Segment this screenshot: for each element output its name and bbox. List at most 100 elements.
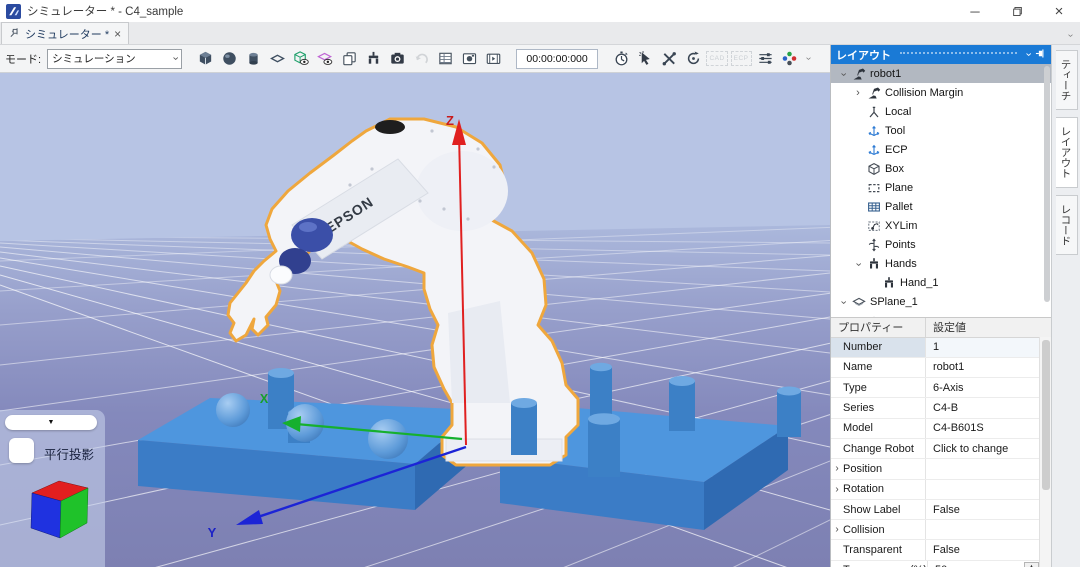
property-value[interactable]: 6-Axis — [925, 378, 1051, 397]
mode-select[interactable]: シミュレーション › — [47, 49, 182, 69]
tree-item-collision-margin[interactable]: ›Collision Margin — [831, 83, 1051, 102]
cad-to-point-icon[interactable]: CAD — [706, 48, 728, 70]
property-row-show-label[interactable]: Show LabelFalse — [831, 500, 1051, 520]
property-value[interactable]: False — [925, 500, 1051, 519]
tabbar-overflow-chevron[interactable]: › — [1065, 34, 1076, 37]
panel-drag-grip[interactable] — [900, 52, 1017, 57]
box-visibility-icon[interactable] — [290, 48, 312, 70]
properties-scrollbar[interactable] — [1039, 337, 1051, 567]
properties-scrollbar-thumb[interactable] — [1042, 340, 1050, 490]
rotate-view-icon[interactable] — [682, 48, 704, 70]
expand-chevron[interactable]: › — [852, 258, 864, 270]
tree-item-splane-1[interactable]: ›SPlane_1 — [831, 292, 1051, 311]
mode-label: モード: — [5, 51, 41, 67]
cube-icon[interactable] — [194, 48, 216, 70]
tree-item-hands[interactable]: ›Hands — [831, 254, 1051, 273]
camera-icon[interactable] — [386, 48, 408, 70]
property-row-model[interactable]: ModelC4-B601S — [831, 419, 1051, 439]
property-value[interactable] — [925, 459, 1051, 478]
property-value[interactable]: C4-B — [925, 398, 1051, 417]
tree-item-hand-1[interactable]: Hand_1 — [831, 273, 1051, 292]
property-value[interactable]: 50▲▼ — [927, 561, 1051, 567]
robot-icon — [852, 67, 867, 81]
tree-item-points[interactable]: Points — [831, 235, 1051, 254]
value-spinner[interactable]: ▲▼ — [1024, 562, 1039, 567]
tree-item-plane[interactable]: Plane — [831, 178, 1051, 197]
plane-visibility-icon[interactable] — [314, 48, 336, 70]
minimize-button[interactable]: ─ — [954, 0, 996, 22]
property-row-number[interactable]: Number1 — [831, 338, 1051, 358]
close-button[interactable]: × — [1038, 0, 1080, 22]
cylinder-icon[interactable] — [242, 48, 264, 70]
cad-to-point-icon-label: CAD — [706, 51, 727, 66]
side-tab-0[interactable]: ティーチ — [1056, 50, 1078, 110]
robot-base-front — [446, 439, 562, 461]
hand-icon[interactable] — [362, 48, 384, 70]
tab-close-icon[interactable]: × — [114, 28, 121, 40]
property-row-position[interactable]: ›Position — [831, 459, 1051, 479]
part-colors-icon[interactable] — [778, 48, 800, 70]
property-value[interactable] — [925, 520, 1051, 539]
toolbar-overflow-chevron[interactable]: › — [803, 57, 814, 60]
sphere-icon[interactable] — [218, 48, 240, 70]
spinner-up-icon[interactable]: ▲ — [1025, 563, 1038, 567]
property-value[interactable]: 1 — [925, 338, 1051, 357]
expand-chevron[interactable]: › — [837, 68, 849, 80]
tree-item-box[interactable]: Box — [831, 159, 1051, 178]
hand-icon — [882, 276, 897, 290]
tree-item-pallet[interactable]: Pallet — [831, 197, 1051, 216]
property-label: Type — [843, 382, 867, 394]
jog-tool-icon[interactable] — [658, 48, 680, 70]
side-tab-1[interactable]: レイアウト — [1056, 117, 1078, 188]
parallel-projection-checkbox[interactable] — [9, 438, 34, 463]
panel-pin-icon[interactable] — [1035, 48, 1046, 62]
duplicate-icon[interactable] — [338, 48, 360, 70]
layout-panel-header[interactable]: レイアウト › — [831, 45, 1051, 64]
tree-item-local[interactable]: Local — [831, 102, 1051, 121]
cube-front-face[interactable] — [31, 493, 61, 538]
peg-part-front[interactable] — [511, 398, 537, 455]
property-row-series[interactable]: SeriesC4-B — [831, 398, 1051, 418]
snapshot-icon[interactable] — [458, 48, 480, 70]
property-grid-icon[interactable] — [434, 48, 456, 70]
pick-pointer-icon[interactable] — [634, 48, 656, 70]
side-tab-2[interactable]: レコード — [1056, 195, 1078, 255]
tree-scrollbar-thumb[interactable] — [1044, 66, 1050, 302]
tree-item-ecp[interactable]: ECP — [831, 140, 1051, 159]
ecp-teach-icon[interactable]: ECP — [730, 48, 752, 70]
simulation-settings-icon[interactable] — [754, 48, 776, 70]
property-row-change-robot[interactable]: Change RobotClick to change — [831, 439, 1051, 459]
property-value[interactable]: Click to change — [925, 439, 1051, 458]
simulator-tab[interactable]: シミュレーター * × — [1, 22, 129, 44]
video-icon[interactable] — [482, 48, 504, 70]
property-row-type[interactable]: Type 6-Axis — [831, 378, 1051, 398]
3d-viewport[interactable]: EPSON — [0, 73, 830, 567]
tree-item-tool[interactable]: Tool — [831, 121, 1051, 140]
orientation-cube[interactable] — [20, 476, 90, 548]
plane-icon[interactable] — [266, 48, 288, 70]
property-row-collision[interactable]: ›Collision — [831, 520, 1051, 540]
restore-button[interactable] — [996, 0, 1038, 22]
property-row-rotation[interactable]: ›Rotation — [831, 480, 1051, 500]
property-value[interactable] — [925, 480, 1051, 499]
scene-canvas[interactable]: EPSON — [0, 73, 830, 567]
property-row-transparency-[interactable]: Transparency(%)50▲▼ — [831, 561, 1051, 567]
property-value[interactable]: robot1 — [925, 358, 1051, 377]
property-expand-chevron[interactable]: › — [831, 484, 843, 495]
expand-chevron[interactable]: › — [852, 87, 864, 99]
tree-item-robot1[interactable]: ›robot1 — [831, 64, 1051, 83]
panel-chevron-icon[interactable]: › — [1023, 53, 1034, 57]
property-expand-chevron[interactable]: › — [831, 463, 843, 474]
property-row-transparent[interactable]: TransparentFalse — [831, 540, 1051, 560]
tree-item-xylim[interactable]: XYLim — [831, 216, 1051, 235]
property-value[interactable]: C4-B601S — [925, 419, 1051, 438]
property-row-name[interactable]: Namerobot1 — [831, 358, 1051, 378]
robot-top-cap — [375, 120, 405, 134]
property-expand-chevron[interactable]: › — [831, 524, 843, 535]
undo-icon[interactable] — [410, 48, 432, 70]
tab-bar: シミュレーター * × › — [0, 22, 1080, 45]
overlay-collapse-button[interactable]: ▼ — [5, 415, 97, 430]
timer-icon[interactable] — [610, 48, 632, 70]
expand-chevron[interactable]: › — [837, 296, 849, 308]
property-value[interactable]: False — [925, 540, 1051, 559]
